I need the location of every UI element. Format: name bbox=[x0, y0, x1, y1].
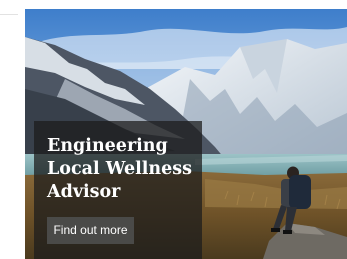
hero-card[interactable]: Engineering Local Wellness Advisor Find … bbox=[25, 9, 347, 259]
divider bbox=[0, 14, 18, 15]
promo-overlay: Engineering Local Wellness Advisor Find … bbox=[34, 121, 202, 259]
find-out-more-button[interactable]: Find out more bbox=[47, 217, 134, 244]
page: Engineering Local Wellness Advisor Find … bbox=[0, 0, 347, 259]
promo-title: Engineering Local Wellness Advisor bbox=[47, 136, 192, 202]
